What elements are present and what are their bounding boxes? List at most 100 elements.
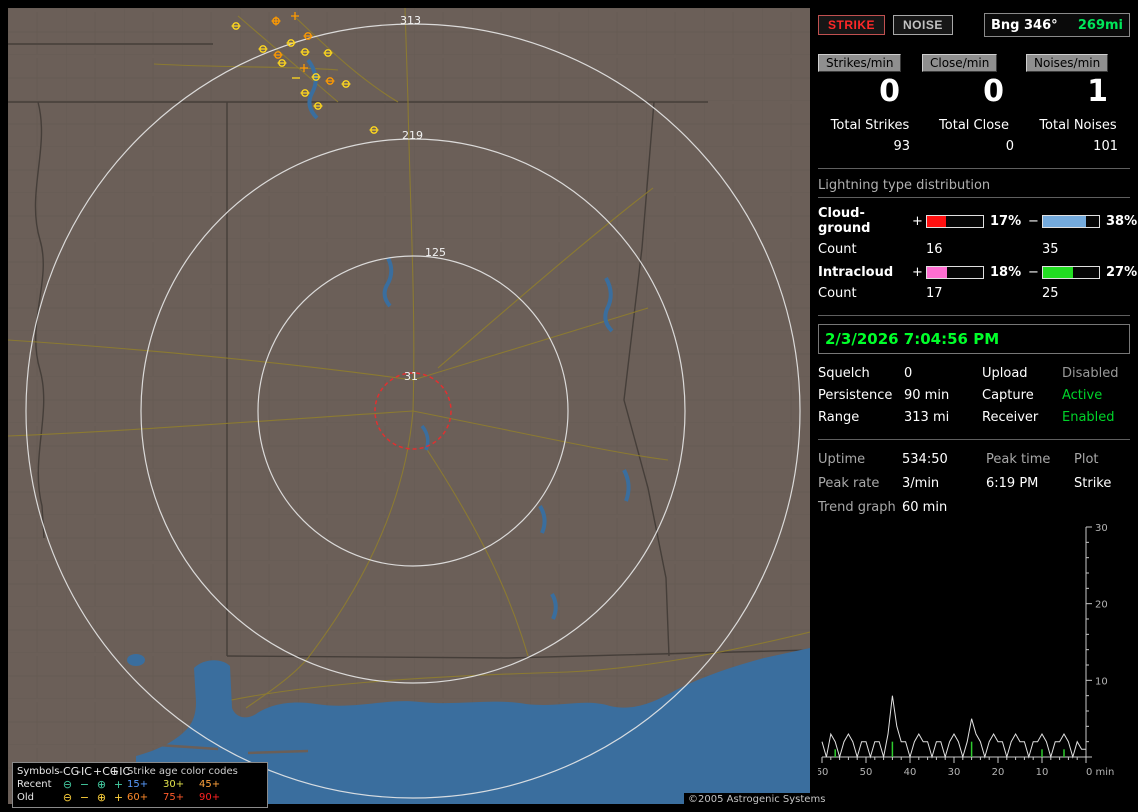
capture-label: Capture bbox=[982, 388, 1062, 403]
svg-text:20: 20 bbox=[1095, 600, 1108, 611]
legend-col-pos-ic: +IC bbox=[110, 765, 127, 778]
legend-row-recent: Recent ⊖ − ⊕ + 15+ 30+ 45+ bbox=[17, 778, 263, 791]
bearing-distance: 269mi bbox=[1078, 18, 1123, 33]
trend-graph: 3020106050403020100 min bbox=[818, 519, 1130, 795]
age-75: 75+ bbox=[163, 791, 199, 804]
age-15: 15+ bbox=[127, 778, 163, 791]
strike-mode-button[interactable]: STRIKE bbox=[818, 15, 885, 35]
ic-negative-count: 25 bbox=[1042, 286, 1102, 301]
plus-sign: + bbox=[912, 214, 926, 229]
svg-text:30: 30 bbox=[948, 767, 961, 778]
svg-text:30: 30 bbox=[1095, 523, 1108, 534]
peak-time-value: 6:19 PM bbox=[986, 476, 1074, 491]
side-panel: STRIKE NOISE Bng 346° 269mi Strikes/min … bbox=[818, 8, 1130, 804]
noises-per-min-label: Noises/min bbox=[1026, 54, 1108, 72]
svg-text:31: 31 bbox=[404, 370, 418, 383]
recent-neg-ic-icon: − bbox=[76, 778, 93, 791]
recent-neg-cg-icon: ⊖ bbox=[59, 778, 76, 791]
uptime-label: Uptime bbox=[818, 452, 902, 467]
ic-positive-pct: 18% bbox=[986, 265, 1028, 280]
peak-rate-label: Peak rate bbox=[818, 476, 902, 491]
noise-mode-button[interactable]: NOISE bbox=[893, 15, 953, 35]
uptime-value: 534:50 bbox=[902, 452, 986, 467]
persistence-value: 90 min bbox=[904, 388, 982, 403]
old-neg-ic-icon: − bbox=[76, 791, 93, 804]
app-window: 31321912531 Symbols -CG -IC +CG +IC Stri… bbox=[0, 0, 1138, 812]
strikes-per-min-value: 0 bbox=[818, 74, 922, 112]
upload-status: Disabled bbox=[1062, 366, 1130, 381]
total-noises-value: 101 bbox=[1026, 139, 1130, 154]
legend-row-old: Old ⊖ − ⊕ + 60+ 75+ 90+ bbox=[17, 791, 263, 804]
mode-toolbar: STRIKE NOISE Bng 346° 269mi bbox=[818, 12, 1130, 38]
ic-negative-bar bbox=[1042, 266, 1100, 279]
squelch-label: Squelch bbox=[818, 366, 904, 381]
age-90: 90+ bbox=[199, 791, 235, 804]
cg-negative-pct: 38% bbox=[1102, 214, 1138, 229]
intracloud-row: Intracloud + 18% − 27% bbox=[818, 265, 1130, 280]
rate-counters: Strikes/min Close/min Noises/min 0 0 1 T… bbox=[818, 54, 1130, 154]
divider bbox=[818, 439, 1130, 440]
total-close-label: Total Close bbox=[922, 118, 1026, 133]
svg-text:60: 60 bbox=[818, 767, 828, 778]
legend-age-header: Strike age color codes bbox=[127, 765, 235, 778]
recent-pos-cg-icon: ⊕ bbox=[93, 778, 110, 791]
plot-value: Strike bbox=[1074, 476, 1130, 491]
svg-text:10: 10 bbox=[1095, 676, 1108, 687]
age-45: 45+ bbox=[199, 778, 235, 791]
trend-graph-value: 60 min bbox=[902, 500, 986, 515]
minus-sign: − bbox=[1028, 265, 1042, 280]
age-60: 60+ bbox=[127, 791, 163, 804]
svg-text:10: 10 bbox=[1036, 767, 1049, 778]
cg-positive-bar bbox=[926, 215, 984, 228]
minus-sign: − bbox=[1028, 214, 1042, 229]
age-30: 30+ bbox=[163, 778, 199, 791]
intracloud-count-row: Count 17 25 bbox=[818, 286, 1130, 301]
svg-text:0 min: 0 min bbox=[1086, 767, 1114, 778]
status-grid: Squelch 0 Upload Disabled Persistence 90… bbox=[818, 366, 1130, 425]
noises-per-min-value: 1 bbox=[1026, 74, 1130, 112]
persistence-label: Persistence bbox=[818, 388, 904, 403]
receiver-label: Receiver bbox=[982, 410, 1062, 425]
svg-text:125: 125 bbox=[425, 246, 446, 259]
peak-rate-value: 3/min bbox=[902, 476, 986, 491]
ic-negative-pct: 27% bbox=[1102, 265, 1138, 280]
divider bbox=[818, 168, 1130, 169]
total-noises-label: Total Noises bbox=[1026, 118, 1130, 133]
old-neg-cg-icon: ⊖ bbox=[59, 791, 76, 804]
cg-positive-pct: 17% bbox=[986, 214, 1028, 229]
cloud-ground-row: Cloud-ground + 17% − 38% bbox=[818, 206, 1130, 236]
bearing-readout: Bng 346° 269mi bbox=[984, 13, 1130, 37]
trend-graph-canvas: 3020106050403020100 min bbox=[818, 519, 1130, 791]
legend-col-neg-cg: -CG bbox=[59, 765, 76, 778]
cg-negative-bar bbox=[1042, 215, 1100, 228]
svg-text:313: 313 bbox=[400, 14, 421, 27]
distribution-title: Lightning type distribution bbox=[818, 178, 1130, 198]
peak-time-label: Peak time bbox=[986, 452, 1074, 467]
legend-symbols-header: Symbols bbox=[17, 765, 59, 778]
datetime-display: 2/3/2026 7:04:56 PM bbox=[818, 324, 1130, 354]
total-close-value: 0 bbox=[922, 139, 1026, 154]
plus-sign: + bbox=[912, 265, 926, 280]
cg-positive-count: 16 bbox=[926, 242, 986, 257]
plot-label: Plot bbox=[1074, 452, 1130, 467]
cloud-ground-count-row: Count 16 35 bbox=[818, 242, 1130, 257]
svg-text:50: 50 bbox=[860, 767, 873, 778]
legend-col-pos-cg: +CG bbox=[93, 765, 110, 778]
map-canvas: 313 219 125 31 bbox=[8, 8, 810, 804]
upload-label: Upload bbox=[982, 366, 1062, 381]
range-value: 313 mi bbox=[904, 410, 982, 425]
total-strikes-label: Total Strikes bbox=[818, 118, 922, 133]
bearing-label: Bng 346° bbox=[991, 18, 1058, 33]
map-legend: Symbols -CG -IC +CG +IC Strike age color… bbox=[12, 762, 268, 808]
copyright-credit: ©2005 Astrogenic Systems bbox=[684, 793, 829, 806]
total-strikes-value: 93 bbox=[818, 139, 922, 154]
stats-grid: Uptime 534:50 Peak time Plot Peak rate 3… bbox=[818, 452, 1130, 515]
range-label: Range bbox=[818, 410, 904, 425]
legend-col-neg-ic: -IC bbox=[76, 765, 93, 778]
ic-positive-bar bbox=[926, 266, 984, 279]
capture-status: Active bbox=[1062, 388, 1130, 403]
squelch-value: 0 bbox=[904, 366, 982, 381]
svg-text:219: 219 bbox=[402, 129, 423, 142]
map-view[interactable]: 313 219 125 31 bbox=[8, 8, 810, 804]
close-per-min-label: Close/min bbox=[922, 54, 997, 72]
